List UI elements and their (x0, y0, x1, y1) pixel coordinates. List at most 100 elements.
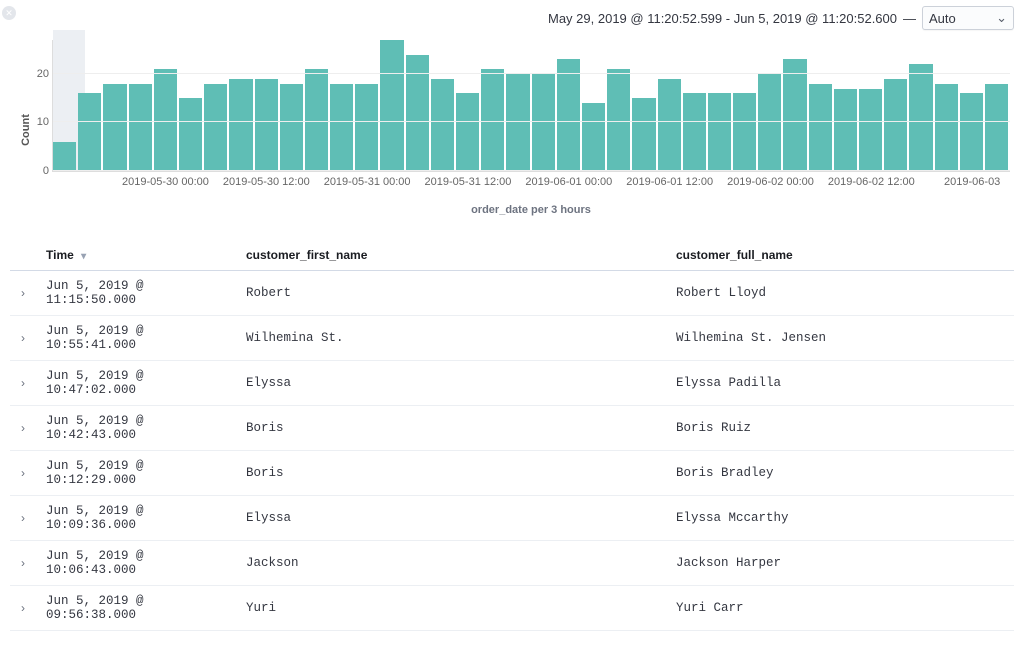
histogram-bar[interactable] (708, 93, 731, 171)
cell-first-name: Boris (240, 451, 670, 496)
histogram-chart[interactable]: Count 01020 2019-05-30 00:002019-05-30 1… (10, 40, 1014, 220)
cell-full-name: Jackson Harper (670, 541, 1014, 586)
x-axis-ticks: 2019-05-30 00:002019-05-30 12:002019-05-… (52, 172, 1010, 202)
histogram-bar[interactable] (834, 89, 857, 171)
expand-row-icon[interactable]: › (16, 421, 30, 435)
sort-desc-icon: ▾ (81, 251, 86, 262)
documents-table: Time ▾ customer_first_name customer_full… (10, 240, 1014, 631)
histogram-bar[interactable] (456, 93, 479, 171)
histogram-bar[interactable] (305, 69, 328, 171)
histogram-bar[interactable] (129, 84, 152, 171)
column-header-first-name[interactable]: customer_first_name (240, 240, 670, 271)
time-picker-header: May 29, 2019 @ 11:20:52.599 - Jun 5, 201… (10, 0, 1014, 34)
x-tick-label: 2019-06-01 12:00 (626, 176, 713, 188)
y-tick-label: 20 (27, 68, 49, 80)
histogram-bars[interactable] (53, 40, 1010, 171)
histogram-bar[interactable] (632, 98, 655, 171)
histogram-bar[interactable] (935, 84, 958, 171)
histogram-bar[interactable] (255, 79, 278, 171)
expand-row-icon[interactable]: › (16, 511, 30, 525)
histogram-bar[interactable] (154, 69, 177, 171)
cell-full-name: Yuri Carr (670, 586, 1014, 631)
column-header-full-name[interactable]: customer_full_name (670, 240, 1014, 271)
histogram-bar[interactable] (582, 103, 605, 171)
histogram-bar[interactable] (783, 59, 806, 171)
histogram-bar[interactable] (607, 69, 630, 171)
cell-full-name: Boris Bradley (670, 451, 1014, 496)
cell-first-name: Elyssa (240, 496, 670, 541)
histogram-bar[interactable] (532, 74, 555, 171)
cell-first-name: Boris (240, 406, 670, 451)
histogram-bar[interactable] (229, 79, 252, 171)
close-icon[interactable]: ✕ (2, 6, 16, 20)
histogram-bar[interactable] (330, 84, 353, 171)
table-row[interactable]: › Jun 5, 2019 @ 09:56:38.000YuriYuri Carr (10, 586, 1014, 631)
table-row[interactable]: › Jun 5, 2019 @ 10:06:43.000JacksonJackso… (10, 541, 1014, 586)
histogram-bar[interactable] (909, 64, 932, 171)
expand-row-icon[interactable]: › (16, 376, 30, 390)
table-row[interactable]: ›Jun 5, 2019 @ 11:15:50.000RobertRobert … (10, 271, 1014, 316)
interval-select[interactable]: Auto ⌄ (922, 6, 1014, 30)
histogram-bar[interactable] (733, 93, 756, 171)
interval-select-label: Auto (929, 11, 956, 26)
histogram-bar[interactable] (884, 79, 907, 171)
y-tick-label: 0 (27, 165, 49, 177)
chevron-down-icon: ⌄ (996, 10, 1007, 26)
histogram-bar[interactable] (481, 69, 504, 171)
x-tick-label: 2019-06-02 00:00 (727, 176, 814, 188)
expand-row-icon[interactable]: › (16, 286, 30, 300)
expand-row-icon[interactable]: › (16, 601, 30, 615)
cell-first-name: Wilhemina St. (240, 316, 670, 361)
dash-separator: — (903, 11, 916, 26)
cell-time: Jun 5, 2019 @ 11:15:50.000 (40, 271, 240, 316)
table-row[interactable]: › Jun 5, 2019 @ 10:09:36.000ElyssaElyssa … (10, 496, 1014, 541)
cell-first-name: Yuri (240, 586, 670, 631)
histogram-bar[interactable] (280, 84, 303, 171)
cell-time: Jun 5, 2019 @ 10:06:43.000 (40, 541, 240, 586)
expand-row-icon[interactable]: › (16, 466, 30, 480)
x-tick-label: 2019-05-30 12:00 (223, 176, 310, 188)
column-expand (10, 240, 40, 271)
histogram-bar[interactable] (658, 79, 681, 171)
histogram-bar[interactable] (380, 40, 403, 171)
cell-full-name: Elyssa Padilla (670, 361, 1014, 406)
cell-full-name: Robert Lloyd (670, 271, 1014, 316)
cell-time: Jun 5, 2019 @ 10:12:29.000 (40, 451, 240, 496)
histogram-bar[interactable] (809, 84, 832, 171)
x-tick-label: 2019-06-01 00:00 (525, 176, 612, 188)
histogram-bar[interactable] (431, 79, 454, 171)
histogram-bar[interactable] (506, 74, 529, 171)
histogram-bar[interactable] (204, 84, 227, 171)
column-header-time[interactable]: Time ▾ (40, 240, 240, 271)
histogram-bar[interactable] (859, 89, 882, 171)
histogram-bar[interactable] (683, 93, 706, 171)
cell-time: Jun 5, 2019 @ 09:56:38.000 (40, 586, 240, 631)
expand-row-icon[interactable]: › (16, 331, 30, 345)
cell-first-name: Elyssa (240, 361, 670, 406)
table-row[interactable]: › Jun 5, 2019 @ 10:47:02.000ElyssaElyssa … (10, 361, 1014, 406)
table-row[interactable]: ›Jun 5, 2019 @ 10:42:43.000BorisBoris Ru… (10, 406, 1014, 451)
histogram-bar[interactable] (53, 142, 76, 171)
histogram-bar[interactable] (557, 59, 580, 171)
histogram-bar[interactable] (103, 84, 126, 171)
column-header-time-label: Time (46, 248, 74, 262)
table-row[interactable]: ›Jun 5, 2019 @ 10:55:41.000Wilhemina St.… (10, 316, 1014, 361)
column-header-first-name-label: customer_first_name (246, 248, 367, 262)
histogram-bar[interactable] (758, 74, 781, 171)
x-tick-label: 2019-06-02 12:00 (828, 176, 915, 188)
cell-full-name: Elyssa Mccarthy (670, 496, 1014, 541)
histogram-bar[interactable] (179, 98, 202, 171)
table-row[interactable]: › Jun 5, 2019 @ 10:12:29.000BorisBoris Br… (10, 451, 1014, 496)
histogram-bar[interactable] (355, 84, 378, 171)
cell-time: Jun 5, 2019 @ 10:47:02.000 (40, 361, 240, 406)
expand-row-icon[interactable]: › (16, 556, 30, 570)
cell-first-name: Jackson (240, 541, 670, 586)
cell-full-name: Boris Ruiz (670, 406, 1014, 451)
histogram-bar[interactable] (985, 84, 1008, 171)
histogram-bar[interactable] (78, 93, 101, 171)
histogram-bar[interactable] (960, 93, 983, 171)
cell-full-name: Wilhemina St. Jensen (670, 316, 1014, 361)
x-tick-label: 2019-06-03 (944, 176, 1000, 188)
y-tick-label: 10 (27, 116, 49, 128)
cell-time: Jun 5, 2019 @ 10:09:36.000 (40, 496, 240, 541)
